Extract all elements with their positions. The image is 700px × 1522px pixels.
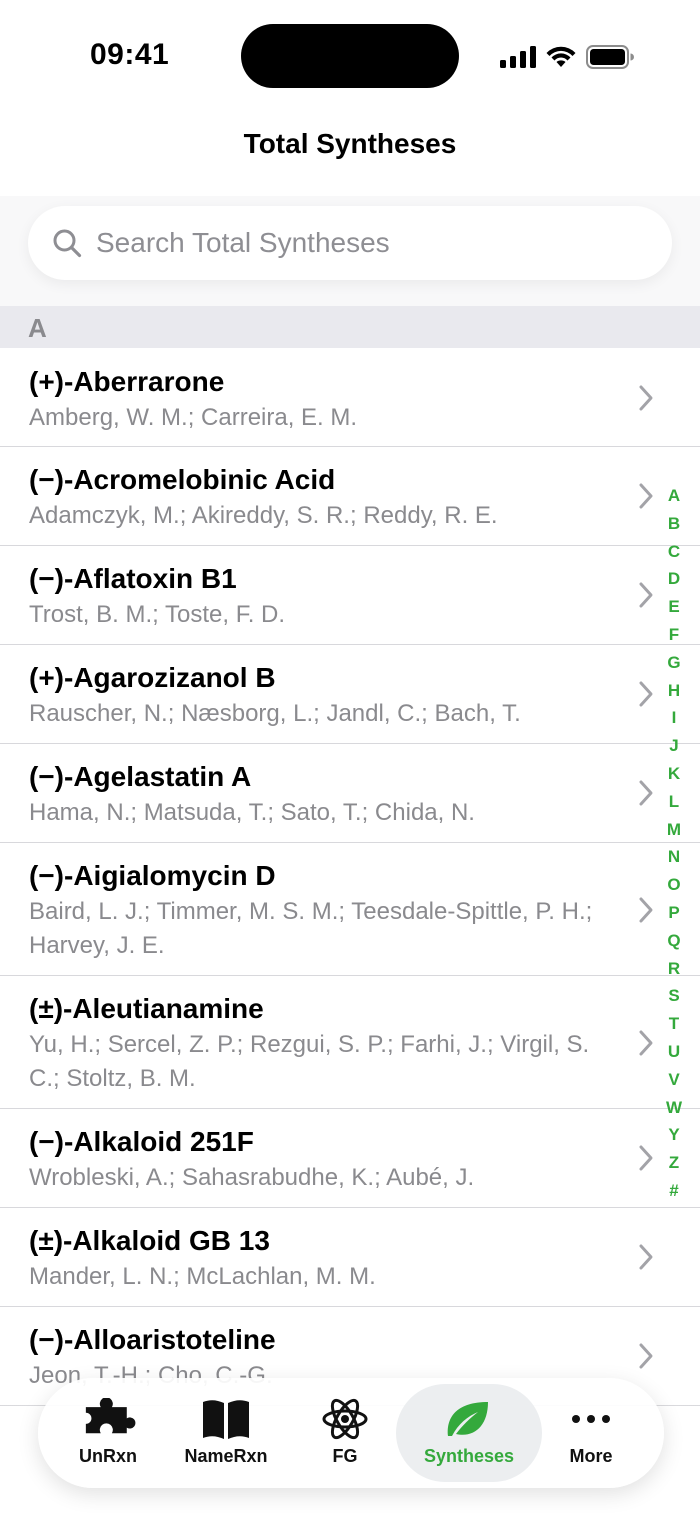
index-letter[interactable]: M <box>660 816 688 844</box>
index-letter[interactable]: A <box>660 482 688 510</box>
atom-icon <box>322 1398 368 1440</box>
list-item[interactable]: (+)-Aberrarone Amberg, W. M.; Carreira, … <box>0 348 700 447</box>
chevron-right-icon <box>639 780 653 806</box>
leaf-icon <box>447 1402 488 1436</box>
ellipsis-icon <box>572 1415 610 1423</box>
tab-label: NameRxn <box>184 1446 268 1466</box>
index-letter[interactable]: I <box>660 704 688 732</box>
index-letter[interactable]: # <box>660 1177 688 1205</box>
index-letter[interactable]: K <box>660 760 688 788</box>
index-letter[interactable]: L <box>660 788 688 816</box>
search-bar[interactable] <box>28 206 672 280</box>
chevron-right-icon <box>639 1244 653 1270</box>
index-letter[interactable]: O <box>660 871 688 899</box>
list-item[interactable]: (−)-Aigialomycin D Baird, L. J.; Timmer,… <box>0 843 700 976</box>
item-authors: Yu, H.; Sercel, Z. P.; Rezgui, S. P.; Fa… <box>29 1031 590 1092</box>
section-letter: A <box>28 313 47 343</box>
list-item[interactable]: (−)-Aflatoxin B1 Trost, B. M.; Toste, F.… <box>0 546 700 645</box>
item-authors: Adamczyk, M.; Akireddy, S. R.; Reddy, R.… <box>29 502 498 529</box>
item-title: (+)-Agarozizanol B <box>29 662 276 693</box>
list-item[interactable]: (±)-Aleutianamine Yu, H.; Sercel, Z. P.;… <box>0 976 700 1109</box>
index-letter[interactable]: C <box>660 538 688 566</box>
item-title: (−)-Alkaloid 251F <box>29 1126 254 1157</box>
index-letter[interactable]: T <box>660 1010 688 1038</box>
index-letter[interactable]: B <box>660 510 688 538</box>
status-icons <box>500 42 634 72</box>
tab-label: Syntheses <box>423 1446 515 1466</box>
item-authors: Mander, L. N.; McLachlan, M. M. <box>29 1263 376 1290</box>
chevron-right-icon <box>639 1145 653 1171</box>
index-letter[interactable]: Q <box>660 927 688 955</box>
puzzle-icon <box>85 1398 136 1434</box>
chevron-right-icon <box>639 1343 653 1369</box>
tab-more[interactable]: More <box>554 1378 628 1488</box>
item-authors: Rauscher, N.; Næsborg, L.; Jandl, C.; Ba… <box>29 700 521 727</box>
item-authors: Hama, N.; Matsuda, T.; Sato, T.; Chida, … <box>29 799 475 826</box>
index-letter[interactable]: W <box>660 1094 688 1122</box>
chevron-right-icon <box>639 385 653 411</box>
wifi-icon <box>546 46 576 67</box>
tab-fg[interactable]: FG <box>302 1378 388 1488</box>
tab-label: FG <box>332 1446 358 1466</box>
item-title: (±)-Aleutianamine <box>29 993 264 1024</box>
list-item[interactable]: (−)-Alkaloid 251F Wrobleski, A.; Sahasra… <box>0 1109 700 1208</box>
index-letter[interactable]: S <box>660 982 688 1010</box>
index-letter[interactable]: F <box>660 621 688 649</box>
index-letter[interactable]: E <box>660 593 688 621</box>
section-index[interactable]: A B C D E F G H I J K L M N O P Q R S T … <box>660 482 688 1205</box>
item-title: (−)-Aflatoxin B1 <box>29 563 237 594</box>
item-authors: Amberg, W. M.; Carreira, E. M. <box>29 404 358 431</box>
index-letter[interactable]: P <box>660 899 688 927</box>
battery-icon <box>586 45 634 69</box>
index-letter[interactable]: D <box>660 565 688 593</box>
index-letter[interactable]: V <box>660 1066 688 1094</box>
list-item[interactable]: (±)-Alkaloid GB 13 Mander, L. N.; McLach… <box>0 1208 700 1307</box>
tab-syntheses[interactable]: Syntheses <box>396 1378 542 1488</box>
item-authors: Trost, B. M.; Toste, F. D. <box>29 601 286 628</box>
index-letter[interactable]: H <box>660 677 688 705</box>
tab-label: More <box>569 1446 613 1466</box>
item-title: (−)-Acromelobinic Acid <box>29 464 336 495</box>
chevron-right-icon <box>639 582 653 608</box>
item-title: (−)-Aigialomycin D <box>29 860 276 891</box>
section-header: A <box>0 306 700 348</box>
index-letter[interactable]: U <box>660 1038 688 1066</box>
chevron-right-icon <box>639 681 653 707</box>
item-authors: Baird, L. J.; Timmer, M. S. M.; Teesdale… <box>29 898 593 959</box>
tab-bar: UnRxn NameRxn FG Syntheses More <box>38 1378 664 1488</box>
item-title: (−)-Alloaristoteline <box>29 1324 276 1355</box>
list-item[interactable]: (+)-Agarozizanol B Rauscher, N.; Næsborg… <box>0 645 700 744</box>
item-title: (±)-Alkaloid GB 13 <box>29 1225 270 1256</box>
item-authors: Wrobleski, A.; Sahasrabudhe, K.; Aubé, J… <box>29 1164 475 1191</box>
status-time: 09:41 <box>90 38 170 71</box>
index-letter[interactable]: R <box>660 955 688 983</box>
index-letter[interactable]: N <box>660 843 688 871</box>
cellular-signal-icon <box>500 46 536 68</box>
search-icon <box>53 229 82 258</box>
status-bar: 09:41 <box>0 0 700 110</box>
item-title: (−)-Agelastatin A <box>29 761 252 792</box>
dynamic-island <box>241 24 459 88</box>
tab-label: UnRxn <box>79 1446 137 1466</box>
list-item[interactable]: (−)-Agelastatin A Hama, N.; Matsuda, T.;… <box>0 744 700 843</box>
index-letter[interactable]: Z <box>660 1149 688 1177</box>
index-letter[interactable]: J <box>660 732 688 760</box>
chevron-right-icon <box>639 1030 653 1056</box>
index-letter[interactable]: Y <box>660 1121 688 1149</box>
tab-namerxn[interactable]: NameRxn <box>178 1378 274 1488</box>
synthesis-list: (+)-Aberrarone Amberg, W. M.; Carreira, … <box>0 348 700 1406</box>
chevron-right-icon <box>639 483 653 509</box>
book-icon <box>203 1400 249 1439</box>
chevron-right-icon <box>639 897 653 923</box>
tab-unrxn[interactable]: UnRxn <box>60 1378 156 1488</box>
page-title: Total Syntheses <box>243 128 457 159</box>
search-container <box>0 196 700 306</box>
index-letter[interactable]: G <box>660 649 688 677</box>
list-item[interactable]: (−)-Acromelobinic Acid Adamczyk, M.; Aki… <box>0 447 700 546</box>
item-title: (+)-Aberrarone <box>29 366 225 397</box>
search-input[interactable] <box>96 206 656 280</box>
